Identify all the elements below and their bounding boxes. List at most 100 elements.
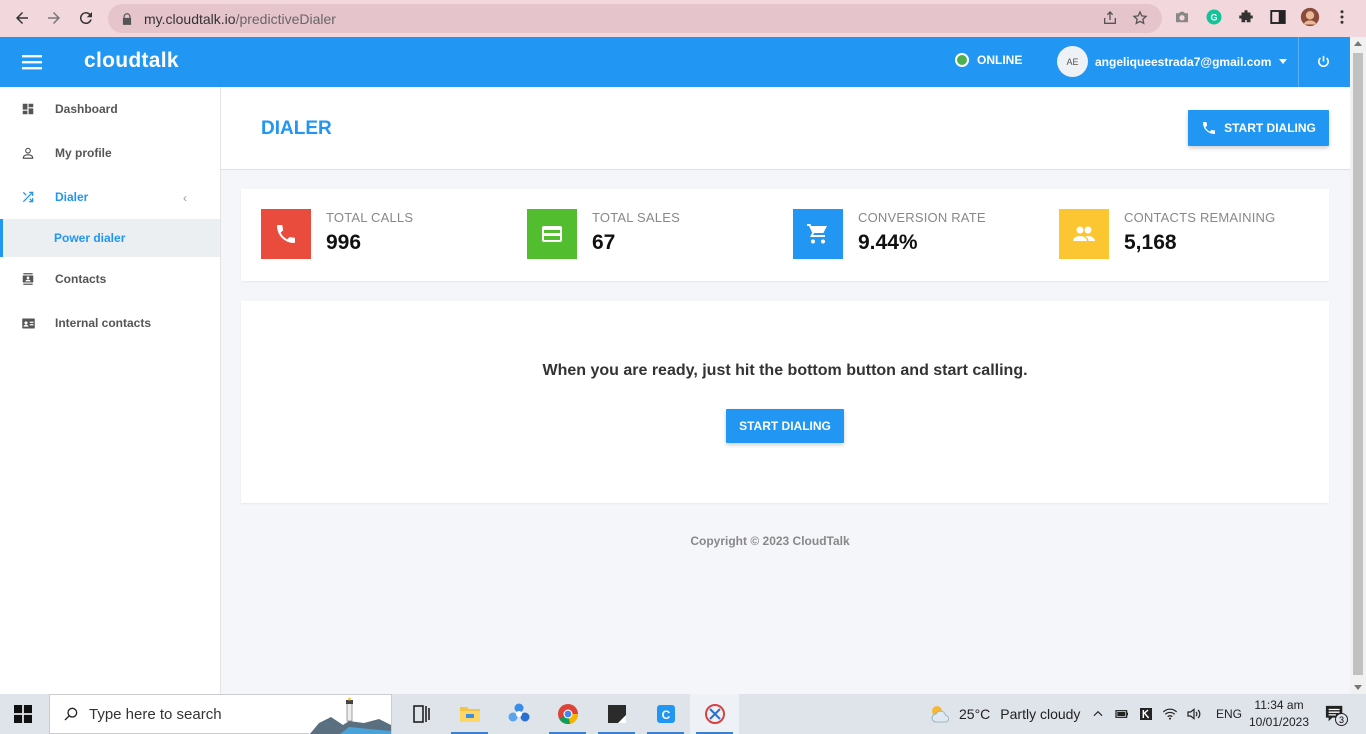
app-header: cloudtalk ONLINE AE angeliqueestrada7@gm…	[0, 37, 1350, 87]
app-logo[interactable]: cloudtalk	[84, 49, 179, 73]
chevron-left-icon: ‹	[183, 191, 187, 205]
arrow-left-icon	[16, 12, 28, 24]
side-panel-icon[interactable]	[1268, 7, 1288, 27]
share-icon[interactable]	[1102, 10, 1118, 26]
extensions-icon[interactable]	[1236, 7, 1256, 27]
ready-card: When you are ready, just hit the bottom …	[241, 301, 1329, 503]
grammarly-icon[interactable]: G	[1204, 7, 1224, 27]
forward-button[interactable]	[38, 2, 70, 34]
scroll-up-icon[interactable]	[1354, 41, 1362, 46]
url-text: my.cloudtalk.io/predictiveDialer	[144, 10, 336, 27]
stat-label: CONVERSION RATE	[858, 210, 986, 225]
back-button[interactable]	[6, 2, 38, 34]
credit-card-icon	[542, 226, 562, 242]
sidebar-item-label: My profile	[55, 146, 112, 160]
sidebar-item-label: Internal contacts	[55, 316, 152, 330]
svg-text:C: C	[661, 708, 670, 722]
profile-avatar-icon[interactable]	[1300, 7, 1320, 27]
start-dialing-button[interactable]: START DIALING	[1188, 110, 1329, 146]
lock-icon	[122, 12, 132, 25]
weather-widget[interactable]: 25°C Partly cloudy	[928, 694, 1080, 734]
stat-label: CONTACTS REMAINING	[1124, 210, 1276, 225]
chrome-icon[interactable]	[543, 694, 592, 734]
file-explorer-icon[interactable]	[445, 694, 494, 734]
page-title: DIALER	[261, 118, 332, 139]
phone-icon	[277, 225, 295, 243]
status-dot-icon	[955, 53, 969, 67]
lighthouse-art-icon	[309, 695, 391, 734]
chevron-up-icon[interactable]	[1090, 706, 1106, 722]
search-placeholder: Type here to search	[89, 705, 222, 723]
taskbar-search[interactable]: Type here to search	[49, 694, 392, 734]
sidebar-item-my-profile[interactable]: My profile	[0, 131, 220, 175]
stats-card: TOTAL CALLS 996 TOTAL SALES 67 CONVERSIO…	[241, 189, 1329, 281]
stat-contacts-remaining: CONTACTS REMAINING 5,168	[1059, 209, 1275, 259]
start-dialing-center-button[interactable]: START DIALING	[726, 409, 844, 443]
star-icon[interactable]	[1132, 10, 1148, 26]
task-view-icon[interactable]	[396, 694, 445, 734]
address-bar[interactable]: my.cloudtalk.io/predictiveDialer	[108, 4, 1162, 33]
online-status[interactable]: ONLINE	[955, 53, 1022, 67]
sticky-notes-icon[interactable]	[592, 694, 641, 734]
user-email: angeliqueestrada7@gmail.com	[1095, 54, 1272, 69]
sidebar-subitem-power-dialer[interactable]: Power dialer	[0, 219, 220, 257]
stat-total-sales: TOTAL SALES 67	[527, 209, 680, 259]
user-menu[interactable]: AE angeliqueestrada7@gmail.com	[1057, 46, 1288, 77]
sidebar-item-internal-contacts[interactable]: Internal contacts	[0, 301, 220, 345]
wifi-icon[interactable]	[1162, 706, 1178, 722]
browser-toolbar: my.cloudtalk.io/predictiveDialer G	[0, 0, 1366, 37]
camera-icon[interactable]	[1172, 7, 1192, 27]
windows-start-icon[interactable]	[14, 705, 32, 723]
notification-center[interactable]: 3	[1324, 704, 1348, 726]
snipping-tool-icon[interactable]	[690, 694, 739, 734]
volume-icon[interactable]	[1186, 706, 1202, 722]
app-tray-k-icon[interactable]	[1138, 706, 1154, 722]
stat-value: 5,168	[1124, 231, 1177, 254]
stat-value: 9.44%	[858, 231, 918, 254]
language-indicator[interactable]: ENG	[1216, 707, 1242, 721]
windows-taskbar: Type here to search C 25°C Partly cloudy…	[0, 694, 1366, 734]
clock-time: 11:34 am	[1254, 698, 1304, 712]
hamburger-menu-icon[interactable]	[22, 53, 42, 71]
power-icon[interactable]	[1316, 54, 1331, 69]
weather-condition: Partly cloudy	[1000, 706, 1081, 722]
cart-icon	[807, 224, 827, 244]
stat-label: TOTAL CALLS	[326, 210, 414, 225]
svg-text:G: G	[1210, 12, 1217, 22]
person-icon	[20, 145, 36, 161]
menu-dots-icon[interactable]	[1332, 7, 1352, 27]
stat-icon-box	[793, 209, 843, 259]
caret-down-icon	[1279, 59, 1288, 64]
stat-icon-box	[261, 209, 311, 259]
search-icon	[64, 707, 78, 721]
stat-total-calls: TOTAL CALLS 996	[261, 209, 413, 259]
stat-label: TOTAL SALES	[592, 210, 680, 225]
sidebar-item-dashboard[interactable]: Dashboard	[0, 87, 220, 131]
people-icon	[1073, 226, 1095, 241]
scroll-thumb[interactable]	[1353, 53, 1363, 675]
page-header: DIALER START DIALING	[221, 87, 1350, 170]
copilot-app-icon[interactable]	[494, 694, 543, 734]
partly-cloudy-icon	[931, 706, 949, 723]
sidebar-item-label: Dialer	[55, 190, 89, 204]
ready-message: When you are ready, just hit the bottom …	[542, 362, 1028, 379]
button-label: START DIALING	[739, 419, 831, 433]
header-divider	[1298, 37, 1299, 87]
page-scrollbar[interactable]	[1350, 37, 1366, 694]
battery-icon[interactable]	[1114, 706, 1130, 722]
button-label: START DIALING	[1224, 121, 1316, 135]
temperature: 25°C	[959, 706, 991, 722]
contacts-icon	[20, 271, 36, 287]
cloudtalk-app-icon[interactable]: C	[641, 694, 690, 734]
status-label: ONLINE	[977, 53, 1023, 67]
sidebar-item-label: Contacts	[55, 272, 107, 286]
taskbar-clock[interactable]: 11:34 am 10/01/2023	[1246, 697, 1312, 731]
sidebar: Dashboard My profile Dialer ‹ Power dial…	[0, 87, 221, 694]
scroll-down-icon[interactable]	[1354, 685, 1362, 690]
phone-icon	[1203, 122, 1216, 134]
clock-date: 10/01/2023	[1248, 715, 1310, 729]
sidebar-item-contacts[interactable]: Contacts	[0, 257, 220, 301]
reload-button[interactable]	[70, 2, 102, 34]
sidebar-item-dialer[interactable]: Dialer ‹	[0, 175, 220, 219]
notification-count: 3	[1335, 713, 1348, 726]
